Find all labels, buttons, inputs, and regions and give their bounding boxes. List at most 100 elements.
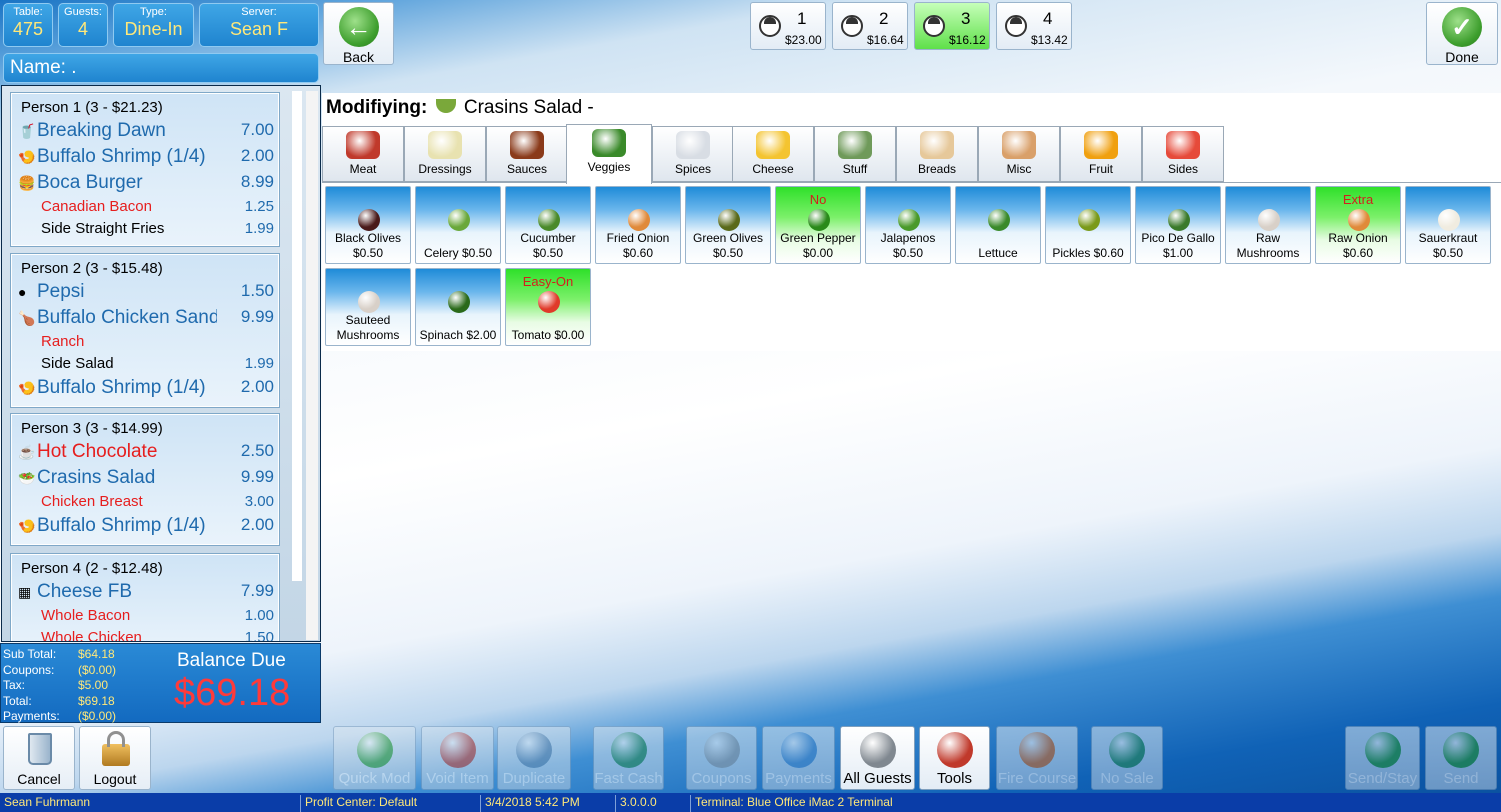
tab-breads[interactable]: Breads [896,126,978,182]
tab-dressings[interactable]: Dressings [404,126,486,182]
order-modifier-row[interactable]: Ranch [12,330,278,352]
modifier-celery-button[interactable]: Celery $0.50 [415,186,501,264]
order-item-row[interactable]: 🍤 Buffalo Shrimp (1/4) 2.00 [12,143,278,169]
order-modifier-row[interactable]: Whole Bacon 1.00 [12,604,278,626]
coupons-button[interactable]: Coupons [686,726,757,790]
modifier-jalapenos-button[interactable]: Jalapenos $0.50 [865,186,951,264]
guest-icon [759,15,781,37]
modifier-sauerkraut-button[interactable]: Sauerkraut $0.50 [1405,186,1491,264]
modifier-fried-onion-button[interactable]: Fried Onion $0.60 [595,186,681,264]
order-scroll-track[interactable] [306,91,318,640]
order-item-name: Hot Chocolate [37,441,158,462]
payments-button[interactable]: Payments [762,726,835,790]
modifier-raw-button[interactable]: Raw Mushrooms [1225,186,1311,264]
quick-mod-button[interactable]: Quick Mod [333,726,416,790]
order-item-name: Crasins Salad [37,467,156,488]
order-modifier-row[interactable]: Canadian Bacon 1.25 [12,195,278,217]
fire-course-button[interactable]: Fire Course [996,726,1078,790]
void-item-button[interactable]: Void Item [421,726,494,790]
fast-cash-button[interactable]: Fast Cash [593,726,664,790]
order-item-row[interactable]: ● Pepsi 1.50 [12,278,278,304]
person-header[interactable]: Person 4 (2 - $12.48) [12,555,278,578]
tab-stuff[interactable]: Stuff [814,126,896,182]
order-item-row[interactable]: 🍔 Boca Burger 8.99 [12,169,278,195]
order-modifier-row[interactable]: Side Salad 1.99 [12,352,278,374]
modifier-green-pepper-button[interactable]: No Green Pepper $0.00 [775,186,861,264]
modifier-label: Celery $0.50 [423,246,493,260]
order-item-name: Buffalo Shrimp (1/4) [37,515,206,536]
modifier-pickles-button[interactable]: Pickles $0.60 [1045,186,1131,264]
logout-button[interactable]: Logout [79,726,151,790]
order-item-row[interactable]: ▦ Cheese FB 7.99 [12,578,278,604]
cancel-button[interactable]: Cancel [3,726,75,790]
modifier-label: Green Pepper $0.00 [780,231,856,260]
guest-icon [923,15,945,37]
send-icon [1443,732,1479,768]
tab-veggies[interactable]: Veggies [566,124,652,184]
order-item-row[interactable]: ☕ Hot Chocolate 2.50 [12,438,278,464]
guest-seat-3-button[interactable]: 3 $16.12 [914,2,990,50]
order-modifier-price: 1.25 [244,198,274,215]
guest-seat-4-button[interactable]: 4 $13.42 [996,2,1072,50]
customer-name-field[interactable]: Name: . [3,53,319,83]
order-list[interactable]: Person 1 (3 - $21.23) 🥤 Breaking Dawn 7.00 🍤… [1,85,321,642]
vegetable-icon [988,209,1010,231]
order-modifier-row[interactable]: Whole Chicken 1.50 [12,626,278,641]
person-card[interactable]: Person 3 (3 - $14.99) ☕ Hot Chocolate 2.50 🥗… [11,414,279,545]
modifier-pico-de-gallo-button[interactable]: Pico De Gallo $1.00 [1135,186,1221,264]
modifier-green-olives-button[interactable]: Green Olives $0.50 [685,186,771,264]
tab-spices[interactable]: Spices [652,126,734,182]
tab-meat[interactable]: Meat [322,126,404,182]
order-item-row[interactable]: 🍤 Buffalo Shrimp (1/4) 2.00 [12,512,278,538]
tools-button[interactable]: Tools [919,726,990,790]
bottom-button-label: Fire Course [997,770,1077,787]
guest-seat-1-button[interactable]: 1 $23.00 [750,2,826,50]
order-modifier-row[interactable]: Side Straight Fries 1.99 [12,217,278,239]
guest-seat-2-button[interactable]: 2 $16.64 [832,2,908,50]
quick-mod-icon [356,732,393,768]
tab-sides[interactable]: Sides [1142,126,1224,182]
tab-misc[interactable]: Misc [978,126,1060,182]
modifier-black-olives-button[interactable]: Black Olives $0.50 [325,186,411,264]
person-card[interactable]: Person 2 (3 - $15.48) ● Pepsi 1.50 🍗 Buffalo … [11,254,279,407]
tab-cheese[interactable]: Cheese [732,126,814,182]
modifier-raw-onion-button[interactable]: Extra Raw Onion $0.60 [1315,186,1401,264]
person-header[interactable]: Person 2 (3 - $15.48) [12,255,278,278]
send-button[interactable]: Send [1425,726,1497,790]
vegetable-icon [1348,209,1370,231]
order-modifier-name: Ranch [41,333,85,350]
tab-label: Dressings [418,162,472,176]
person-header[interactable]: Person 3 (3 - $14.99) [12,415,278,438]
bottom-button-label: Send/Stay [1347,770,1418,787]
done-button[interactable]: ✓ Done [1426,2,1498,65]
no-sale-button[interactable]: No Sale [1091,726,1163,790]
modifier-cucumber-button[interactable]: Cucumber $0.50 [505,186,591,264]
order-modifier-row[interactable]: Chicken Breast 3.00 [12,490,278,512]
order-item-row[interactable]: 🍤 Buffalo Shrimp (1/4) 2.00 [12,374,278,400]
send-stay-button[interactable]: Send/Stay [1345,726,1420,790]
server-label: Server: [241,6,277,18]
back-button[interactable]: ← Back [323,2,394,65]
order-item-row[interactable]: 🥗 Crasins Salad 9.99 [12,464,278,490]
order-scroll-thumb[interactable] [292,91,302,581]
person-header[interactable]: Person 1 (3 - $21.23) [12,94,278,117]
modifier-spinach-button[interactable]: Spinach $2.00 [415,268,501,346]
server-info: Server: Sean F [199,3,319,47]
modifier-state: No [809,192,827,207]
duplicate-button[interactable]: Duplicate [497,726,571,790]
salad-icon: 🥗 [18,470,36,486]
vegetable-icon [448,291,470,313]
order-item-row[interactable]: 🥤 Breaking Dawn 7.00 [12,117,278,143]
person-card[interactable]: Person 4 (2 - $12.48) ▦ Cheese FB 7.99 Whole… [11,554,279,641]
order-item-name: Breaking Dawn [37,120,166,141]
order-item-row[interactable]: 🍗Buffalo Chicken Sandwich 9.99 [12,304,278,330]
guest-seat-amount: $16.12 [949,33,986,47]
tab-sauces[interactable]: Sauces [486,126,568,182]
person-card[interactable]: Person 1 (3 - $21.23) 🥤 Breaking Dawn 7.00 🍤… [11,93,279,246]
all-guests-button[interactable]: All Guests [840,726,915,790]
tab-fruit[interactable]: Fruit [1060,126,1142,182]
modifier-lettuce-button[interactable]: Lettuce [955,186,1041,264]
modifier-tomato-button[interactable]: Easy-On Tomato $0.00 [505,268,591,346]
modifier-sauteed-button[interactable]: Sauteed Mushrooms [325,268,411,346]
order-modifier-price: 3.00 [244,493,274,510]
